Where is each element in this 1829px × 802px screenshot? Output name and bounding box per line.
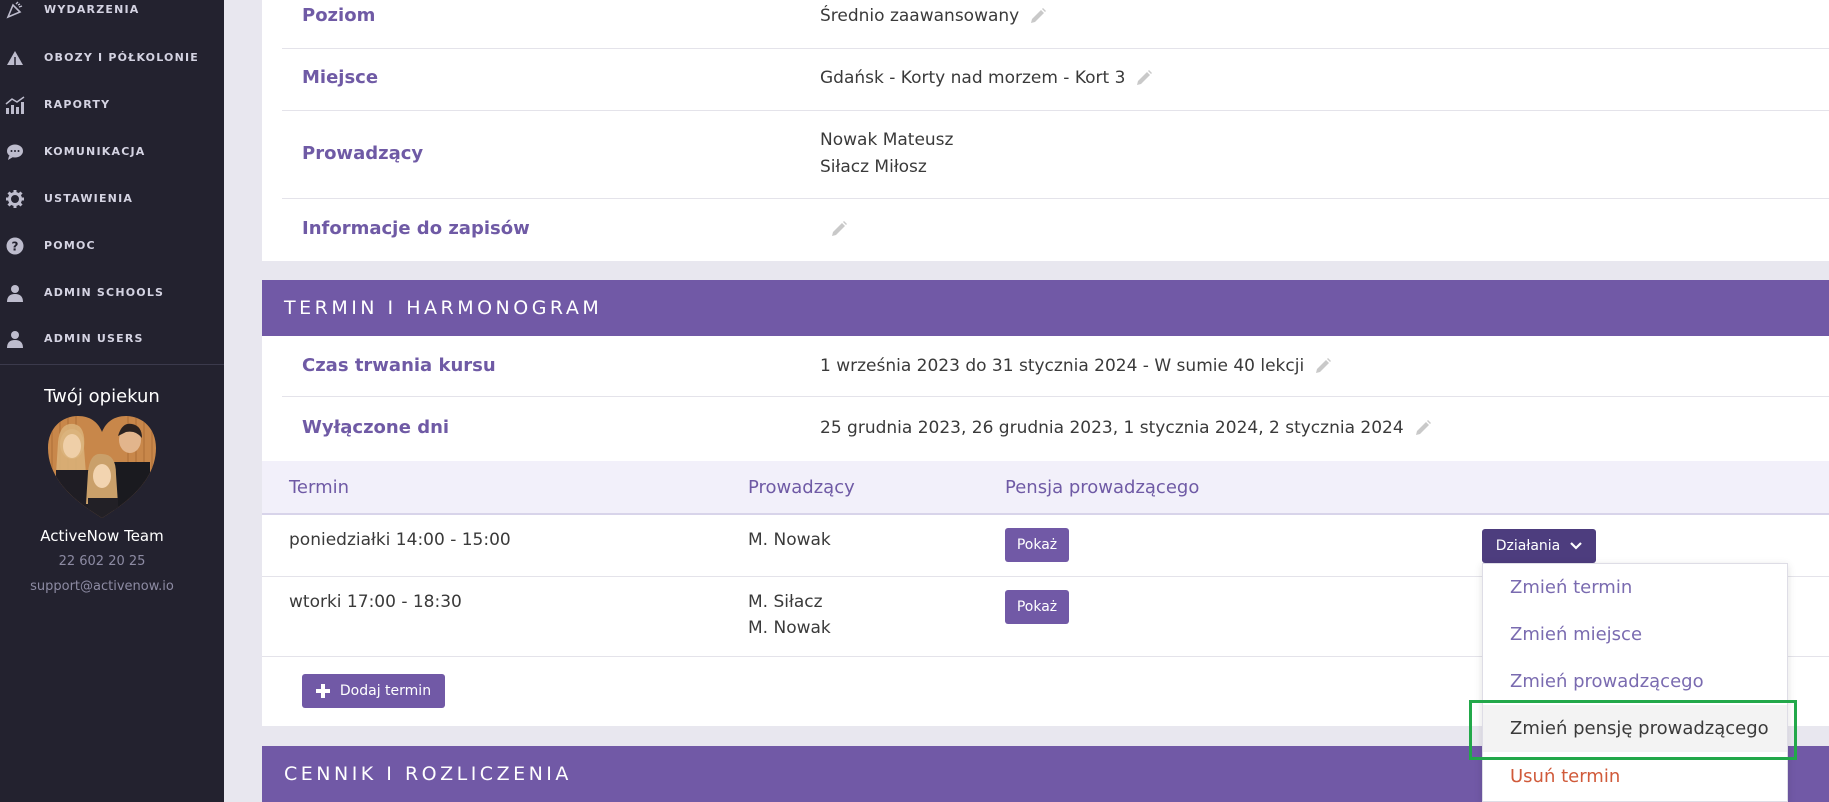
detail-label: Prowadzący	[302, 143, 424, 164]
edit-pencil-icon[interactable]	[1414, 419, 1432, 437]
instructor-cell: M. Nowak	[748, 530, 831, 550]
instructor-cell: M. Nowak	[748, 618, 831, 638]
add-term-label: Dodaj termin	[339, 683, 432, 699]
user-icon	[5, 283, 25, 303]
sidebar-divider	[0, 364, 224, 365]
schedule-row-duration: Czas trwania kursu 1 września 2023 do 31…	[282, 336, 1829, 397]
sidebar-item-ustawienia[interactable]: USTAWIENIA	[0, 175, 224, 222]
detail-value: Gdańsk - Korty nad morzem - Kort 3	[820, 65, 1153, 92]
actions-dropdown-button[interactable]: Działania	[1482, 529, 1596, 563]
party-icon	[5, 0, 25, 20]
duration-value: 1 września 2023 do 31 stycznia 2024 - W …	[820, 356, 1305, 376]
user-icon	[5, 329, 25, 349]
detail-label: Wyłączone dni	[302, 417, 450, 438]
edit-pencil-icon[interactable]	[1029, 7, 1047, 25]
actions-dropdown-menu: Zmień termin Zmień miejsce Zmień prowadz…	[1482, 563, 1788, 802]
detail-value: 1 września 2023 do 31 stycznia 2024 - W …	[820, 353, 1332, 380]
sidebar-item-obozy[interactable]: OBOZY I PÓŁKOLONIE	[0, 34, 224, 81]
sidebar-item-komunikacja[interactable]: KOMUNIKACJA	[0, 128, 224, 175]
sidebar-item-label: WYDARZENIA	[44, 3, 140, 16]
schedule-table-header: Termin Prowadzący Pensja prowadzącego	[262, 461, 1829, 515]
detail-label: Miejsce	[302, 67, 379, 88]
sidebar-item-label: KOMUNIKACJA	[44, 145, 146, 158]
column-header-salary: Pensja prowadzącego	[1005, 477, 1200, 498]
detail-row-level: Poziom Średnio zaawansowany	[282, 0, 1829, 49]
edit-pencil-icon[interactable]	[1135, 69, 1153, 87]
edit-pencil-icon[interactable]	[1314, 357, 1332, 375]
plus-icon	[315, 684, 330, 698]
place-value: Gdańsk - Korty nad morzem - Kort 3	[820, 68, 1126, 88]
detail-value: Średnio zaawansowany	[820, 3, 1047, 30]
detail-label: Poziom	[302, 5, 376, 26]
detail-value	[820, 216, 848, 243]
gear-icon	[5, 189, 25, 209]
term-cell: poniedziałki 14:00 - 15:00	[289, 530, 511, 550]
sidebar-item-label: USTAWIENIA	[44, 192, 134, 205]
sidebar-item-label: RAPORTY	[44, 98, 111, 111]
show-salary-button[interactable]: Pokaż	[1005, 528, 1069, 562]
sidebar: WYDARZENIA OBOZY I PÓŁKOLONIE RAPORTY KO…	[0, 0, 224, 802]
menu-item-change-instructor[interactable]: Zmień prowadzącego	[1483, 658, 1787, 705]
detail-label: Informacje do zapisów	[302, 218, 530, 239]
menu-item-change-place[interactable]: Zmień miejsce	[1483, 611, 1787, 658]
sidebar-item-pomoc[interactable]: ? POMOC	[0, 222, 224, 269]
edit-pencil-icon[interactable]	[830, 220, 848, 238]
add-term-button[interactable]: Dodaj termin	[302, 674, 445, 708]
detail-row-place: Miejsce Gdańsk - Korty nad morzem - Kort…	[282, 49, 1829, 111]
instructor-name: Siłacz Miłosz	[820, 157, 927, 177]
sidebar-item-label: ADMIN USERS	[44, 332, 144, 345]
menu-item-delete-term[interactable]: Usuń termin	[1483, 753, 1787, 800]
tent-icon	[5, 48, 25, 68]
schedule-row-excluded: Wyłączone dni 25 grudnia 2023, 26 grudni…	[282, 397, 1829, 461]
sidebar-item-label: ADMIN SCHOOLS	[44, 286, 165, 299]
actions-label: Działania	[1495, 538, 1561, 554]
caretaker-email[interactable]: support@activenow.io	[0, 579, 204, 594]
caretaker-name: ActiveNow Team	[40, 527, 164, 545]
sidebar-item-admin-users[interactable]: ADMIN USERS	[0, 315, 224, 362]
sidebar-item-label: POMOC	[44, 239, 96, 252]
schedule-section-header: TERMIN I HARMONOGRAM	[262, 280, 1829, 336]
chat-icon	[5, 142, 25, 162]
level-value: Średnio zaawansowany	[820, 6, 1020, 26]
excluded-value: 25 grudnia 2023, 26 grudnia 2023, 1 styc…	[820, 418, 1404, 438]
menu-item-change-term[interactable]: Zmień termin	[1483, 564, 1787, 611]
column-header-instructor: Prowadzący	[748, 477, 855, 498]
chevron-down-icon	[1570, 542, 1583, 550]
detail-value: 25 grudnia 2023, 26 grudnia 2023, 1 styc…	[820, 415, 1432, 442]
details-card: Poziom Średnio zaawansowany Miejsce Gdań…	[262, 0, 1829, 261]
sidebar-item-raporty[interactable]: RAPORTY	[0, 81, 224, 128]
svg-text:?: ?	[12, 239, 19, 253]
detail-row-instructors: Prowadzący Nowak Mateusz Siłacz Miłosz	[282, 111, 1829, 199]
term-cell: wtorki 17:00 - 18:30	[289, 592, 462, 612]
show-salary-button[interactable]: Pokaż	[1005, 590, 1069, 624]
instructor-cell: M. Siłacz	[748, 592, 823, 612]
column-header-term: Termin	[289, 477, 350, 498]
sidebar-item-admin-schools[interactable]: ADMIN SCHOOLS	[0, 269, 224, 316]
sidebar-item-label: OBOZY I PÓŁKOLONIE	[44, 51, 200, 64]
menu-item-change-salary[interactable]: Zmień pensję prowadzącego	[1483, 705, 1787, 752]
help-icon: ?	[5, 236, 25, 256]
caretaker-phone: 22 602 20 25	[58, 554, 146, 569]
detail-row-info: Informacje do zapisów	[282, 199, 1829, 261]
caretaker-avatar	[46, 414, 158, 522]
detail-label: Czas trwania kursu	[302, 355, 496, 376]
instructor-name: Nowak Mateusz	[820, 130, 954, 150]
caretaker-title: Twój opiekun	[44, 386, 160, 407]
chart-icon	[5, 95, 25, 115]
sidebar-item-wydarzenia[interactable]: WYDARZENIA	[0, 0, 224, 33]
